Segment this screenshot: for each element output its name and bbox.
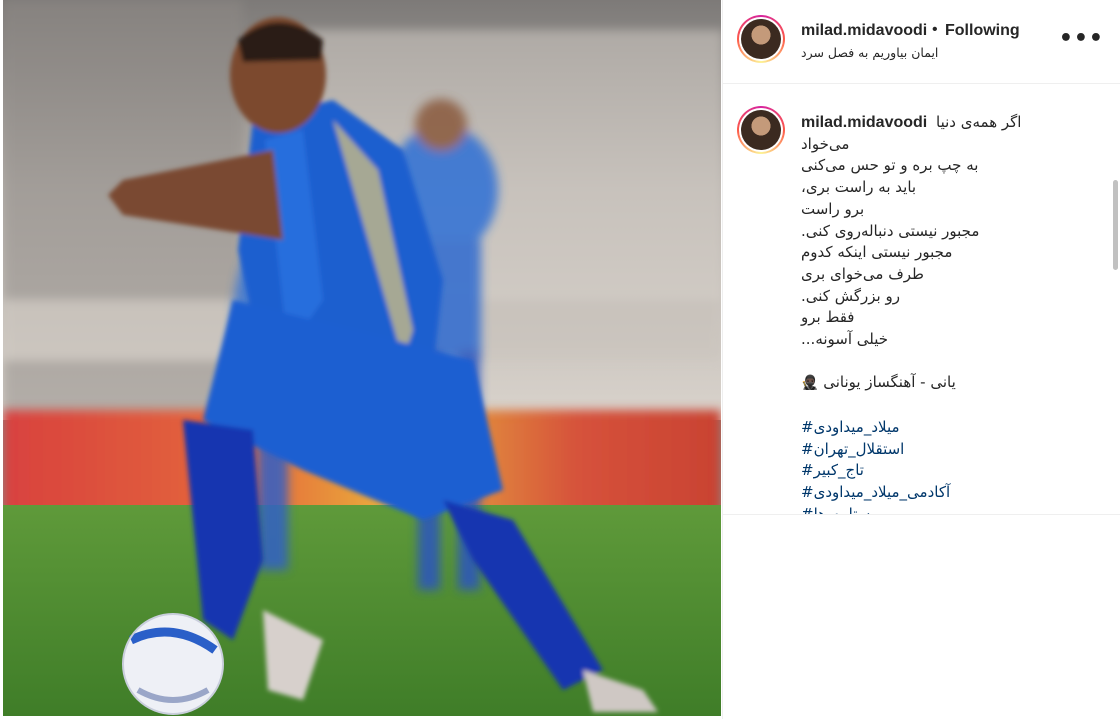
header-username[interactable]: milad.midavoodi (801, 22, 927, 40)
location-link[interactable]: ایمان بیاوریم به فصل سرد (801, 45, 938, 60)
caption-line: مجبور نیستی اینکه کدوم (801, 243, 953, 262)
caption-line: طرف می‌خوای بری (801, 264, 924, 283)
caption-line: .مجبور نیستی دنباله‌روی کنی (801, 221, 980, 240)
caption-area: milad.midavoodi اگر همه‌ی دنیا می‌خواد ب… (723, 85, 1119, 515)
hashtag-link[interactable]: #آکادمی_میلاد_میداودی (801, 482, 1101, 504)
hashtag-link[interactable]: #تاج_کبیر (801, 460, 1101, 482)
caption-line: .رو بزرگش کنی (801, 286, 900, 305)
profile-photo (741, 19, 781, 59)
divider (723, 514, 1120, 515)
caption-username[interactable]: milad.midavoodi (801, 114, 927, 131)
more-horizontal-icon[interactable]: ••• (1059, 26, 1104, 51)
avatar[interactable] (737, 15, 785, 63)
hashtag-link[interactable]: #استقلال_تهران (801, 439, 1101, 461)
caption-line: می‌خواد (801, 134, 850, 153)
post-caption: milad.midavoodi اگر همه‌ی دنیا می‌خواد ب… (801, 112, 1101, 515)
instagram-post-view: milad.midavoodi • Following ایمان بیاوری… (0, 0, 1120, 719)
caption-line: اگر همه‌ی دنیا (936, 113, 1022, 131)
football-player-photo (3, 0, 721, 716)
profile-photo (741, 110, 781, 150)
caption-line: به چپ بره و تو حس می‌کنی (801, 156, 979, 175)
caption-line: برو راست (801, 199, 865, 218)
caption-credit: 🥷🏿 یانی - آهنگساز یونانی (801, 372, 1101, 395)
separator-dot: • (932, 21, 938, 38)
caption-line: ...خیلی آسونه (801, 330, 889, 349)
caption-line: فقط برو (801, 308, 855, 327)
ninja-emoji-icon: 🥷🏿 (801, 375, 819, 392)
hashtag-link[interactable]: #میلاد_میداودی (801, 417, 1101, 439)
post-photo[interactable] (3, 0, 721, 716)
caption-avatar[interactable] (737, 106, 785, 154)
post-sidebar: milad.midavoodi • Following ایمان بیاوری… (722, 0, 1120, 719)
credit-text: یانی - آهنگساز یونانی (823, 373, 956, 392)
caption-line: ،باید به راست بری (801, 178, 917, 197)
following-button[interactable]: Following (945, 22, 1020, 40)
caption-scrollbar[interactable] (1113, 180, 1118, 270)
post-header: milad.midavoodi • Following ایمان بیاوری… (723, 0, 1120, 84)
